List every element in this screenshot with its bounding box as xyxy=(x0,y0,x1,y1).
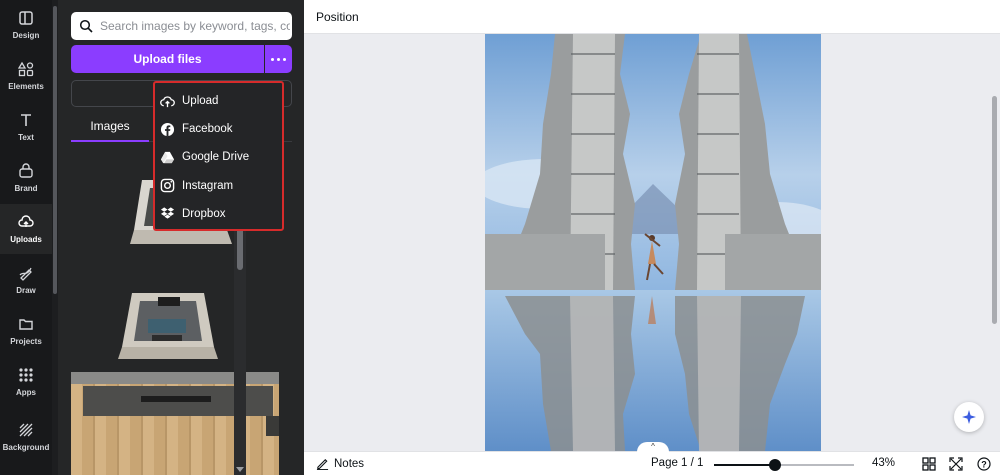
menu-item-dropbox[interactable]: Dropbox xyxy=(155,200,282,228)
instagram-icon xyxy=(160,178,175,193)
zoom-level[interactable]: 43% xyxy=(872,457,895,469)
sidebar-item-label: Apps xyxy=(16,388,36,397)
sparkle-icon xyxy=(962,410,976,424)
brand-icon xyxy=(19,163,33,178)
sidebar-item-label: Projects xyxy=(10,337,42,346)
chevron-up-icon: ^ xyxy=(651,442,655,451)
sidebar-item-text[interactable]: Text xyxy=(0,102,52,152)
more-options-button[interactable] xyxy=(265,45,292,73)
background-icon xyxy=(19,423,33,437)
scroll-down-icon[interactable] xyxy=(236,467,244,472)
page-indicator[interactable]: Page 1 / 1 xyxy=(651,457,703,469)
elements-icon xyxy=(18,61,34,77)
footer-bar: Notes ^ Page 1 / 1 43% ? xyxy=(304,442,1000,475)
living-room-thumbnail[interactable] xyxy=(71,372,279,475)
sidebar-item-brand[interactable]: Brand xyxy=(0,153,52,203)
fullscreen-icon[interactable] xyxy=(949,457,963,471)
google-drive-icon xyxy=(160,151,175,164)
canvas-scrollbar[interactable] xyxy=(992,96,997,324)
design-icon xyxy=(19,11,33,25)
dropbox-icon xyxy=(160,207,175,219)
uploads-icon xyxy=(18,215,34,227)
uploads-panel: Upload files R Images xyxy=(58,0,304,475)
sidebar-item-label: Brand xyxy=(14,184,38,193)
sidebar-item-elements[interactable]: Elements xyxy=(0,51,52,101)
upload-files-label: Upload files xyxy=(133,52,202,66)
menu-item-instagram[interactable]: Instagram xyxy=(155,172,282,200)
room-render-thumbnail[interactable] xyxy=(118,285,218,365)
menu-item-google-drive[interactable]: Google Drive xyxy=(155,143,282,171)
search-box[interactable] xyxy=(71,12,292,40)
draw-icon xyxy=(19,267,32,281)
text-icon xyxy=(21,114,31,126)
design-canvas[interactable] xyxy=(304,34,1000,451)
tab-images[interactable]: Images xyxy=(71,116,149,142)
position-button[interactable]: Position xyxy=(316,10,359,24)
sidebar-item-label: Text xyxy=(18,133,34,142)
upload-files-button[interactable]: Upload files xyxy=(71,45,264,73)
more-icon xyxy=(271,57,274,61)
sidebar-item-draw[interactable]: Draw xyxy=(0,255,52,305)
zoom-slider[interactable] xyxy=(714,459,854,471)
sidebar-item-projects[interactable]: Projects xyxy=(0,306,52,356)
upload-source-menu: Upload Facebook Google Drive Instagram D… xyxy=(153,81,284,231)
zoom-slider-handle[interactable] xyxy=(769,459,781,471)
apps-icon xyxy=(19,368,33,382)
sidebar-item-background[interactable]: Background xyxy=(0,412,52,462)
menu-item-facebook[interactable]: Facebook xyxy=(155,115,282,143)
sidebar-item-label: Uploads xyxy=(10,235,42,244)
sidebar-item-label: Elements xyxy=(8,82,44,91)
cloud-upload-icon xyxy=(160,95,175,107)
design-page-photo[interactable] xyxy=(485,34,821,451)
notes-icon xyxy=(316,458,329,470)
magic-assistant-button[interactable] xyxy=(954,402,984,432)
projects-icon xyxy=(19,319,33,330)
notes-button[interactable]: Notes xyxy=(316,457,364,470)
sidebar-item-label: Background xyxy=(2,443,50,452)
editor-toolbar: Position xyxy=(304,0,1000,34)
sidebar-item-label: Draw xyxy=(16,286,36,295)
facebook-icon xyxy=(160,122,175,136)
sidebar-item-design[interactable]: Design xyxy=(0,0,52,50)
help-icon[interactable]: ? xyxy=(977,457,991,471)
svg-text:?: ? xyxy=(981,460,987,470)
grid-view-icon[interactable] xyxy=(922,457,936,471)
search-icon xyxy=(79,19,93,33)
search-input[interactable] xyxy=(100,19,290,33)
sidebar-item-uploads[interactable]: Uploads xyxy=(0,204,52,254)
show-pages-button[interactable]: ^ xyxy=(637,442,669,452)
sidebar-item-label: Design xyxy=(12,31,40,40)
side-navigation: Design Elements Text Brand Uploads Draw … xyxy=(0,0,52,475)
menu-item-upload[interactable]: Upload xyxy=(155,87,282,115)
sidebar-item-apps[interactable]: Apps xyxy=(0,357,52,407)
